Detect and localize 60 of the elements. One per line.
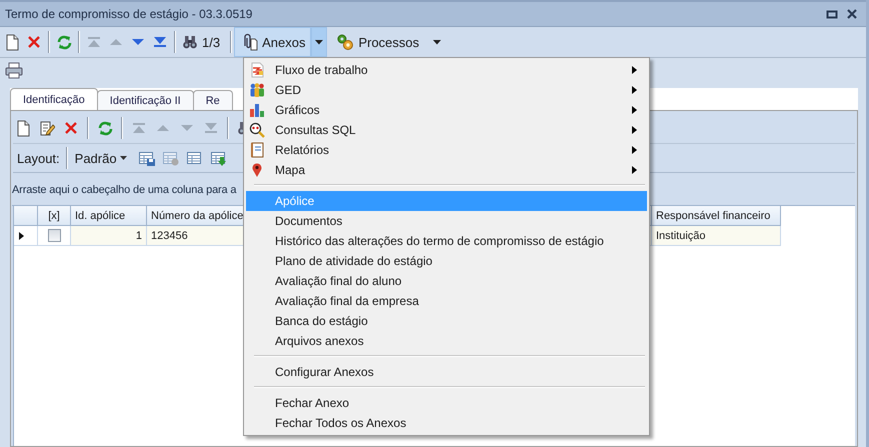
- last-record-icon[interactable]: [152, 34, 168, 50]
- record-counter: 1/3: [202, 34, 220, 50]
- delete-icon[interactable]: [63, 120, 79, 136]
- magnifier-icon: [249, 122, 265, 138]
- menu-item[interactable]: Relatórios: [246, 140, 647, 160]
- maximize-icon[interactable]: [826, 8, 838, 20]
- submenu-arrow-icon: [632, 126, 637, 134]
- caret-icon: [315, 40, 324, 44]
- menu-item[interactable]: GED: [246, 80, 647, 100]
- grid-icon[interactable]: [186, 150, 204, 166]
- import-layout-icon[interactable]: [210, 150, 228, 166]
- submenu-arrow-icon: [632, 106, 637, 114]
- refresh-icon[interactable]: [56, 34, 72, 50]
- dropdown-button[interactable]: [311, 27, 328, 57]
- submenu-arrow-icon: [632, 66, 637, 74]
- printer-icon[interactable]: [5, 62, 23, 78]
- menu-item[interactable]: Fluxo de trabalho: [246, 60, 647, 80]
- new-document-icon[interactable]: [4, 34, 20, 50]
- layout-dropdown[interactable]: Padrão: [74, 150, 128, 166]
- column-header[interactable]: Id. apólice: [71, 206, 147, 226]
- menu-item[interactable]: Avaliação final da empresa: [246, 291, 647, 311]
- processes-button[interactable]: Processos: [330, 27, 448, 57]
- menu-item[interactable]: Configurar Anexos: [246, 362, 647, 382]
- delete-icon[interactable]: [26, 34, 42, 50]
- edit-icon[interactable]: [39, 120, 55, 136]
- attachments-button[interactable]: Anexos: [234, 27, 312, 57]
- gears-icon: [336, 33, 354, 51]
- submenu-arrow-icon: [632, 86, 637, 94]
- menu-item[interactable]: Plano de atividade do estágio: [246, 251, 647, 271]
- bar-chart-icon: [249, 102, 265, 118]
- menu-item[interactable]: Gráficos: [246, 100, 647, 120]
- refresh-icon[interactable]: [97, 120, 113, 136]
- table-cell: 1: [71, 226, 147, 246]
- menu-item[interactable]: Avaliação final do aluno: [246, 271, 647, 291]
- menu-item[interactable]: Consultas SQL: [246, 120, 647, 140]
- menu-item[interactable]: Fechar Todos os Anexos: [246, 413, 647, 433]
- window-title: Termo de compromisso de estágio - 03.3.0519: [5, 7, 254, 21]
- caret-icon: [120, 156, 127, 160]
- tab[interactable]: Identificação II: [96, 90, 194, 110]
- tab[interactable]: Identificação: [10, 88, 98, 110]
- checkbox[interactable]: [48, 229, 60, 242]
- menu-item[interactable]: Fechar Anexo: [246, 393, 647, 413]
- people-icon: [249, 82, 265, 98]
- menu-item[interactable]: Banca do estágio: [246, 311, 647, 331]
- table-cell: Instituição: [652, 226, 781, 246]
- submenu-arrow-icon: [632, 146, 637, 154]
- tab[interactable]: Re: [192, 90, 233, 110]
- workflow-icon: [249, 62, 265, 78]
- binoculars-icon[interactable]: [182, 34, 198, 50]
- report-icon: [249, 142, 265, 158]
- save-layout-icon[interactable]: [138, 150, 156, 166]
- new-document-icon[interactable]: [15, 120, 31, 136]
- caret-icon: [433, 40, 442, 44]
- delete-layout-icon[interactable]: [162, 150, 180, 166]
- menu-item[interactable]: Arquivos anexos: [246, 331, 647, 351]
- column-header[interactable]: [x]: [38, 206, 71, 226]
- close-icon[interactable]: [846, 8, 858, 20]
- column-header[interactable]: Responsável financeiro: [652, 206, 781, 226]
- layout-label: Layout:: [17, 150, 60, 166]
- submenu-arrow-icon: [632, 166, 637, 174]
